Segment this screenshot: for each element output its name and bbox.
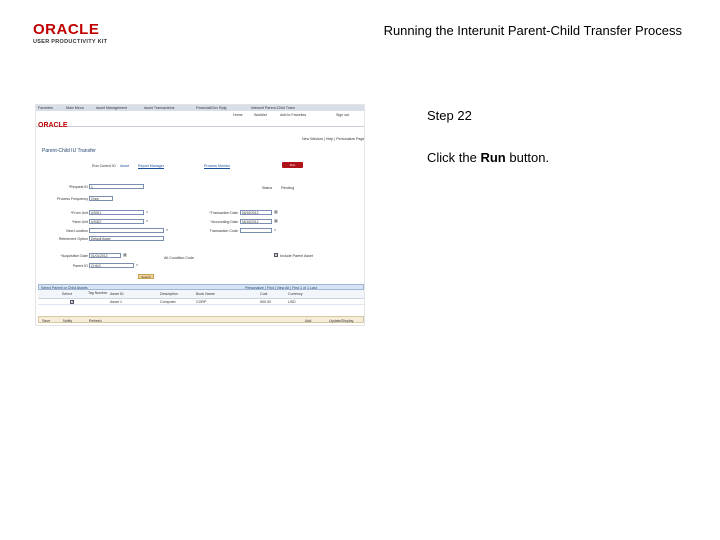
calendar-icon[interactable]: ▦ bbox=[274, 219, 278, 223]
new-unit-label: *New Unit bbox=[72, 220, 88, 224]
cell-book-name: CORP bbox=[196, 300, 207, 304]
new-unit-field[interactable]: US002 bbox=[89, 219, 144, 224]
col-description: Description bbox=[160, 292, 178, 296]
run-control-label: Run Control ID bbox=[92, 164, 116, 168]
notify-button[interactable]: Notify bbox=[63, 319, 72, 323]
retirement-option-label: Retirement Option bbox=[58, 237, 88, 241]
table-row[interactable]: ✓ Asset 1 Computer CORP 500.00 USD bbox=[38, 299, 364, 305]
process-monitor-link[interactable]: Process Monitor bbox=[204, 164, 230, 168]
link-favorites[interactable]: Add to Favorites bbox=[280, 113, 306, 117]
instruction-run-word: Run bbox=[480, 150, 506, 165]
app-screenshot: Favorites Main Menu Asset Management Ass… bbox=[35, 104, 365, 326]
from-unit-lookup-icon[interactable]: ⌕ bbox=[146, 210, 150, 214]
transaction-date-field[interactable]: 06/15/2012 bbox=[240, 210, 272, 215]
instruction-post: button. bbox=[505, 150, 550, 165]
acquisition-date-label: *Acquisition Date bbox=[60, 254, 88, 258]
transaction-code-label: Transaction Code bbox=[209, 229, 238, 233]
include-parent-checkbox[interactable]: ✓ bbox=[274, 253, 278, 257]
accounting-date-label: *Accounting Date bbox=[210, 220, 238, 224]
grid-column-headers: Select Tag Number Asset ID Description B… bbox=[38, 290, 364, 299]
link-worklist[interactable]: Worklist bbox=[254, 113, 267, 117]
nav-links[interactable]: New Window | Help | Personalize Page bbox=[302, 137, 364, 141]
oracle-upk-logo: ORACLE USER PRODUCTIVITY KIT bbox=[33, 22, 123, 50]
menu-item-favorites[interactable]: Favorites bbox=[38, 106, 53, 110]
menu-item-iu-transfer[interactable]: Interunit Parent-Child Trans bbox=[251, 106, 295, 110]
instruction-pre: Click the bbox=[427, 150, 481, 165]
page-title: Parent-Child IU Transfer bbox=[42, 148, 96, 154]
menu-item-main[interactable]: Main Menu bbox=[66, 106, 84, 110]
status-value: Pending bbox=[281, 186, 295, 190]
new-location-label: New Location bbox=[66, 229, 88, 233]
menu-item-asset-trans[interactable]: Asset Transactions bbox=[144, 106, 174, 110]
parent-id-field[interactable]: CHILD bbox=[89, 263, 134, 268]
cell-description: Computer bbox=[160, 300, 176, 304]
app-brand-logo: ORACLE bbox=[38, 122, 68, 129]
parent-id-lookup-icon[interactable]: ⌕ bbox=[136, 263, 140, 267]
transaction-date-label: *Transaction Date bbox=[209, 211, 238, 215]
status-label: Status bbox=[262, 186, 273, 190]
slide-title: Running the Interunit Parent-Child Trans… bbox=[383, 23, 682, 38]
run-button[interactable]: Run bbox=[282, 162, 303, 168]
menu-item-asset-mgmt[interactable]: Asset Management bbox=[96, 106, 127, 110]
alt-condition-label: Alt Condition Code bbox=[164, 256, 194, 260]
process-frequency-label: Process Frequency bbox=[57, 197, 88, 201]
request-id-label: *Request ID bbox=[68, 185, 88, 189]
retirement-option-select[interactable]: Default Asset bbox=[89, 236, 164, 241]
save-button[interactable]: Save bbox=[42, 319, 50, 323]
accounting-date-field[interactable]: 06/15/2012 bbox=[240, 219, 272, 224]
link-home[interactable]: Home bbox=[233, 113, 243, 117]
from-unit-label: *From Unit bbox=[70, 211, 88, 215]
col-tag-number: Tag Number bbox=[88, 291, 108, 295]
step-label: Step 22 bbox=[427, 108, 472, 123]
include-parent-label: Include Parent Asset bbox=[280, 254, 313, 258]
new-unit-lookup-icon[interactable]: ⌕ bbox=[146, 219, 150, 223]
request-id-field[interactable]: 1 bbox=[89, 184, 144, 189]
link-signout[interactable]: Sign out bbox=[336, 113, 349, 117]
run-control-value: Asset bbox=[120, 164, 129, 168]
logo-wordmark: ORACLE bbox=[33, 21, 100, 38]
parent-id-label: Parent ID bbox=[72, 264, 88, 268]
col-asset-id: Asset ID bbox=[110, 292, 124, 296]
refresh-button[interactable]: Refresh bbox=[89, 319, 102, 323]
transaction-code-field[interactable] bbox=[240, 228, 272, 233]
row-select-checkbox[interactable]: ✓ bbox=[70, 300, 74, 304]
process-frequency-select[interactable]: Once bbox=[89, 196, 113, 201]
search-button[interactable]: Search bbox=[138, 274, 154, 279]
add-button[interactable]: Add bbox=[305, 319, 311, 323]
update-display-button[interactable]: Update/Display bbox=[329, 319, 353, 323]
report-manager-link[interactable]: Report Manager bbox=[138, 164, 164, 168]
menu-item-fin-gov[interactable]: Financial/Gov Rptg bbox=[196, 106, 227, 110]
from-unit-field[interactable]: US001 bbox=[89, 210, 144, 215]
logo-subtitle: USER PRODUCTIVITY KIT bbox=[33, 39, 108, 45]
col-book-name: Book Name bbox=[196, 292, 215, 296]
acquisition-date-field[interactable]: 01/01/2012 bbox=[89, 253, 121, 258]
cell-cost: 500.00 bbox=[260, 300, 271, 304]
calendar-icon[interactable]: ▦ bbox=[123, 253, 127, 257]
col-cost: Cost bbox=[260, 292, 268, 296]
cell-currency: USD bbox=[288, 300, 296, 304]
cell-asset-id: Asset 1 bbox=[110, 300, 122, 304]
new-location-lookup-icon[interactable]: ⌕ bbox=[166, 228, 170, 232]
col-select: Select bbox=[62, 292, 72, 296]
calendar-icon[interactable]: ▦ bbox=[274, 210, 278, 214]
col-currency: Currency bbox=[288, 292, 303, 296]
new-location-field[interactable] bbox=[89, 228, 164, 233]
instruction-text: Click the Run button. bbox=[427, 150, 549, 165]
brand-bar: Home Worklist Add to Favorites Sign out bbox=[36, 111, 364, 127]
transaction-code-lookup-icon[interactable]: ⌕ bbox=[274, 228, 278, 232]
bottom-toolbar: Save Notify Refresh Add Update/Display bbox=[38, 316, 364, 323]
